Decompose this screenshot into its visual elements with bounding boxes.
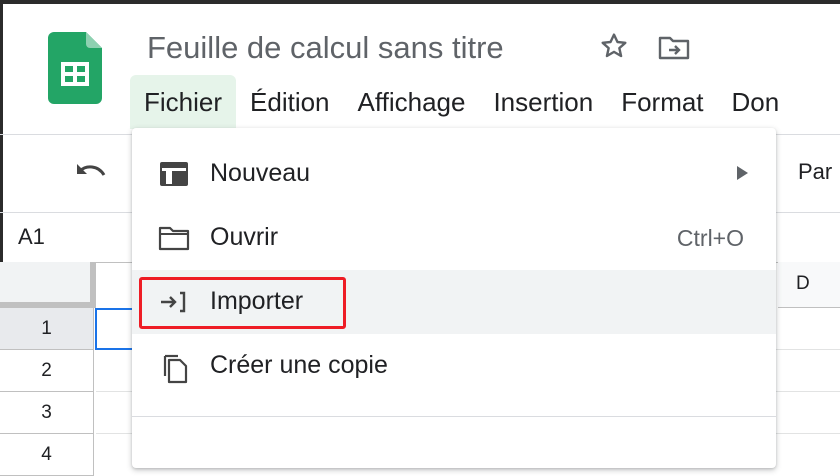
folder-icon [158, 224, 190, 252]
column-header-label: D [796, 273, 810, 294]
menu-separator [132, 416, 776, 417]
star-icon[interactable] [598, 30, 630, 62]
copy-icon [158, 352, 190, 384]
keyboard-shortcut: Ctrl+O [676, 225, 744, 251]
row-header[interactable]: 4 [0, 434, 94, 476]
submenu-arrow-icon [737, 166, 748, 180]
menu-affichage[interactable]: Affichage [344, 75, 480, 129]
row-header[interactable]: 1 [0, 308, 94, 350]
menu-item-nouveau[interactable]: Nouveau [132, 142, 776, 206]
menu-item-label: Ouvrir [210, 223, 279, 251]
selected-cell[interactable] [95, 308, 135, 350]
toolbar-partial-label[interactable]: Par [798, 159, 832, 185]
new-sheet-icon [158, 160, 190, 188]
menu-insertion[interactable]: Insertion [479, 75, 607, 129]
menu-donnees[interactable]: Don [718, 75, 794, 129]
menu-fichier[interactable]: Fichier [130, 75, 237, 129]
sheets-logo-icon[interactable] [48, 32, 102, 109]
document-title[interactable]: Feuille de calcul sans titre [147, 30, 504, 66]
menu-item-creer-copie[interactable]: Créer une copie [132, 334, 776, 398]
menu-edition[interactable]: Édition [236, 75, 344, 129]
row-header[interactable]: 3 [0, 392, 94, 434]
menu-bar: Fichier Édition Affichage Insertion Form… [130, 75, 793, 129]
menu-item-label: Créer une copie [210, 351, 388, 379]
name-box[interactable]: A1 [18, 224, 45, 250]
menu-item-label: Nouveau [210, 159, 311, 187]
move-to-folder-icon[interactable] [657, 34, 691, 62]
row-header[interactable]: 2 [0, 350, 94, 392]
menu-format[interactable]: Format [607, 75, 717, 129]
undo-icon[interactable] [72, 159, 108, 192]
menu-item-ouvrir[interactable]: Ouvrir Ctrl+O [132, 206, 776, 270]
column-header[interactable]: D [778, 262, 840, 308]
window-frame-top [0, 0, 840, 4]
annotation-highlight-box [139, 277, 346, 329]
